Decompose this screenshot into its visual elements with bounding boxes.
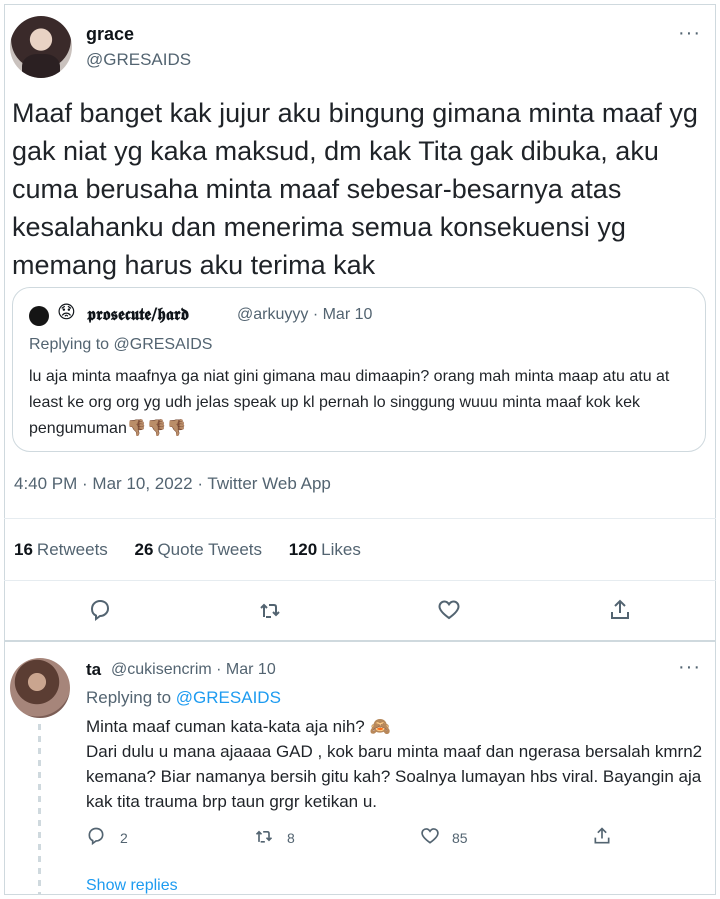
more-options-icon[interactable]: ··· bbox=[678, 22, 701, 45]
author-name[interactable]: grace bbox=[86, 24, 134, 45]
divider bbox=[4, 640, 716, 642]
quoted-handle-date: @arkuyyy · Mar 10 bbox=[237, 306, 373, 323]
retweets-stat[interactable]: 16 Retweets bbox=[14, 540, 108, 559]
avatar[interactable] bbox=[10, 658, 70, 718]
retweets-count: 16 bbox=[14, 540, 33, 559]
quoted-author-emoji: 😟 bbox=[57, 302, 76, 322]
quoted-replying-to: Replying to @GRESAIDS bbox=[29, 336, 212, 354]
divider bbox=[4, 580, 716, 581]
thread-line bbox=[38, 724, 41, 894]
quote-tweets-stat[interactable]: 26 Quote Tweets bbox=[135, 540, 263, 559]
replying-handle-link[interactable]: @GRESAIDS bbox=[176, 688, 281, 707]
reply-author-name[interactable]: ta bbox=[86, 660, 101, 680]
likes-stat[interactable]: 120 Likes bbox=[289, 540, 361, 559]
quoted-author-name[interactable]: 𝖕𝖗𝖔𝖘𝖊𝖈𝖚𝖙𝖊/𝖍𝖆𝖗𝖉 bbox=[87, 305, 189, 325]
engagement-stats: 16 Retweets 26 Quote Tweets 120 Likes bbox=[14, 540, 383, 560]
reply-handle-date: @cukisencrim · Mar 10 bbox=[111, 661, 276, 678]
reply-replying-to: Replying to @GRESAIDS bbox=[86, 688, 281, 708]
show-replies-link[interactable]: Show replies bbox=[86, 877, 178, 895]
reply-icon[interactable] bbox=[88, 598, 112, 622]
avatar[interactable] bbox=[29, 306, 49, 326]
tweet-timestamp[interactable]: 4:40 PM · Mar 10, 2022 · Twitter Web App bbox=[14, 474, 331, 494]
more-options-icon[interactable]: ··· bbox=[678, 656, 701, 679]
retweet-icon[interactable] bbox=[258, 598, 282, 622]
reply-icon[interactable] bbox=[86, 826, 106, 846]
heart-icon[interactable] bbox=[420, 826, 440, 846]
replying-handle: @GRESAIDS bbox=[113, 336, 213, 353]
likes-count: 120 bbox=[288, 540, 318, 559]
reply-text: Minta maaf cuman kata-kata aja nih? 🙈 Da… bbox=[86, 717, 703, 811]
retweet-icon[interactable] bbox=[254, 826, 274, 846]
quoted-tweet-text: lu aja minta maafnya ga niat gini gimana… bbox=[29, 368, 670, 437]
likes-label: Likes bbox=[321, 540, 361, 559]
share-icon[interactable] bbox=[592, 826, 612, 846]
share-icon[interactable] bbox=[608, 598, 632, 622]
quoted-tweet[interactable]: 😟 𝖕𝖗𝖔𝖘𝖊𝖈𝖚𝖙𝖊/𝖍𝖆𝖗𝖉 @arkuyyy · Mar 10 Reply… bbox=[12, 287, 706, 452]
retweets-label: Retweets bbox=[36, 540, 108, 559]
author-handle[interactable]: @GRESAIDS bbox=[86, 50, 191, 70]
replying-prefix: Replying to bbox=[86, 688, 172, 707]
quote-tweets-count: 26 bbox=[134, 540, 154, 559]
tweet-text: Maaf banget kak jujur aku bingung gimana… bbox=[12, 98, 698, 280]
avatar[interactable] bbox=[10, 16, 72, 78]
retweet-count: 8 bbox=[287, 830, 295, 846]
like-count: 85 bbox=[452, 830, 468, 846]
heart-icon[interactable] bbox=[437, 598, 461, 622]
divider bbox=[4, 518, 716, 519]
replying-prefix: Replying to bbox=[29, 336, 110, 353]
reply-count: 2 bbox=[120, 830, 128, 846]
quote-tweets-label: Quote Tweets bbox=[157, 540, 263, 559]
